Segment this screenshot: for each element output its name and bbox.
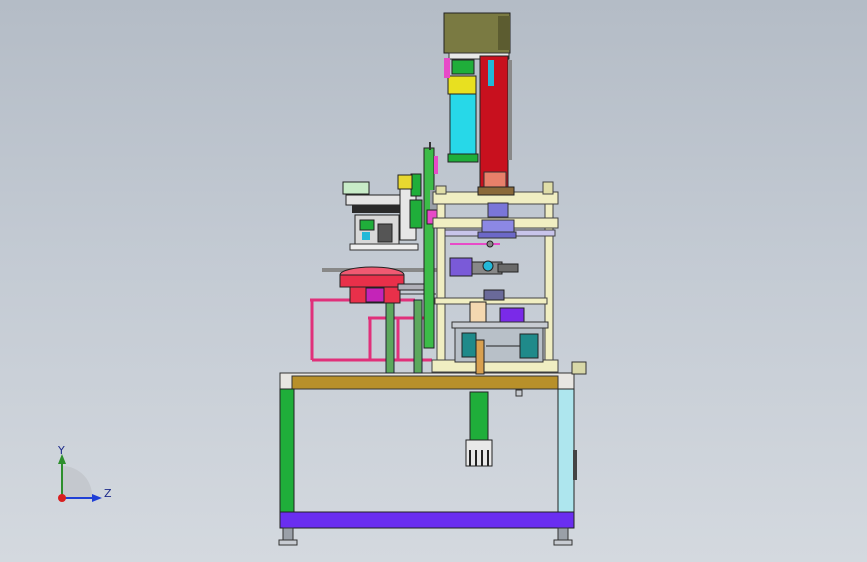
lift-cylinder[interactable] <box>465 389 523 467</box>
cad-viewport[interactable]: Y Z <box>0 0 867 562</box>
vertical-post[interactable] <box>423 142 438 349</box>
vibratory-bowl[interactable] <box>322 266 440 304</box>
press-ram[interactable] <box>477 202 517 239</box>
pneumatic-cylinder[interactable] <box>444 58 479 163</box>
axis-z-label: Z <box>104 487 112 500</box>
feeder-frame[interactable] <box>310 298 432 374</box>
feed-track[interactable] <box>342 173 423 251</box>
machine-assembly-model[interactable]: Y Z <box>0 0 867 562</box>
table-frame[interactable] <box>278 361 587 546</box>
gripper-head[interactable] <box>449 240 519 277</box>
servo-motor[interactable] <box>443 12 511 54</box>
axis-y-label: Y <box>57 444 65 457</box>
coordinate-triad-icon: Y Z <box>57 444 112 502</box>
